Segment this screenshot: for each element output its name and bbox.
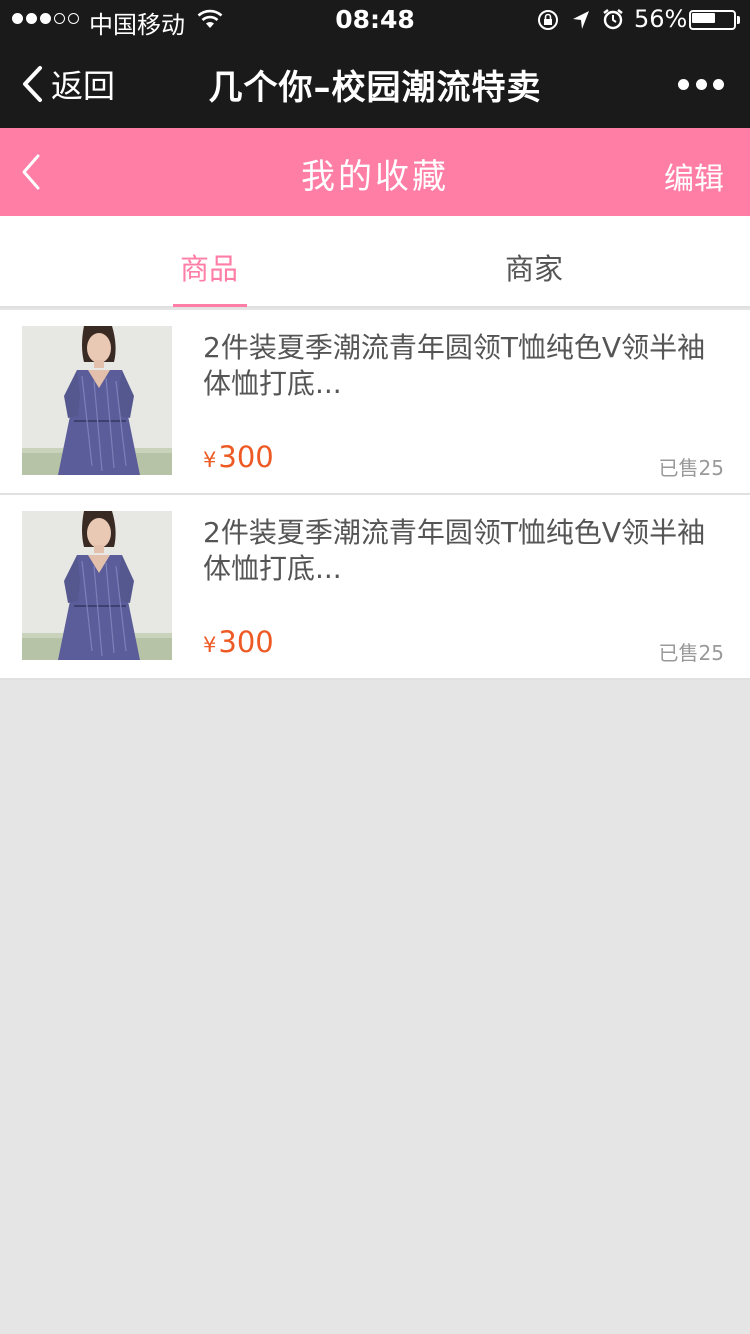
battery-percent: 56%	[634, 5, 688, 33]
dress-model-image	[22, 326, 172, 475]
dot	[678, 78, 689, 90]
list-item[interactable]: 2件装夏季潮流青年圆领T恤纯色V领半袖体恤打底... ¥300 已售25	[0, 310, 750, 495]
page-title: 我的收藏	[301, 157, 449, 197]
location-arrow-icon	[573, 11, 589, 29]
price-value: 300	[218, 440, 274, 474]
tab-products[interactable]: 商品	[180, 246, 238, 288]
orientation-lock-icon	[538, 10, 558, 30]
tab-merchants[interactable]: 商家	[505, 246, 563, 288]
product-price: ¥300	[203, 440, 274, 474]
product-name: 2件装夏季潮流青年圆领T恤纯色V领半袖体恤打底...	[203, 516, 706, 585]
product-name: 2件装夏季潮流青年圆领T恤纯色V领半袖体恤打底...	[203, 331, 706, 400]
edit-button[interactable]: 编辑	[664, 154, 724, 198]
more-dots-icon[interactable]	[678, 76, 724, 92]
active-tab-indicator	[173, 304, 247, 307]
dot	[713, 78, 724, 90]
currency-symbol: ¥	[203, 448, 217, 472]
battery-icon	[689, 10, 741, 30]
sold-count: 已售25	[658, 641, 724, 665]
product-price: ¥300	[203, 625, 274, 659]
battery-tip	[737, 16, 740, 24]
status-bar: 中国移动 08:48 56%	[0, 0, 750, 40]
product-image	[22, 511, 172, 660]
list-item[interactable]: 2件装夏季潮流青年圆领T恤纯色V领半袖体恤打底... ¥300 已售25	[0, 495, 750, 680]
sold-count: 已售25	[658, 456, 724, 480]
alarm-icon	[603, 9, 623, 30]
dot	[695, 78, 707, 90]
wechat-nav-bar: 返回 几个你–校园潮流特卖	[0, 40, 750, 128]
product-list: 2件装夏季潮流青年圆领T恤纯色V领半袖体恤打底... ¥300 已售25 2件装…	[0, 310, 750, 680]
dress-model-image	[22, 511, 172, 660]
tab-bar: 商品 商家	[0, 216, 750, 308]
battery-fill	[692, 13, 715, 23]
product-image	[22, 326, 172, 475]
currency-symbol: ¥	[203, 633, 217, 657]
page-header: 我的收藏 编辑	[0, 128, 750, 216]
wechat-page-title: 几个你–校园潮流特卖	[208, 68, 542, 108]
price-value: 300	[218, 625, 274, 659]
